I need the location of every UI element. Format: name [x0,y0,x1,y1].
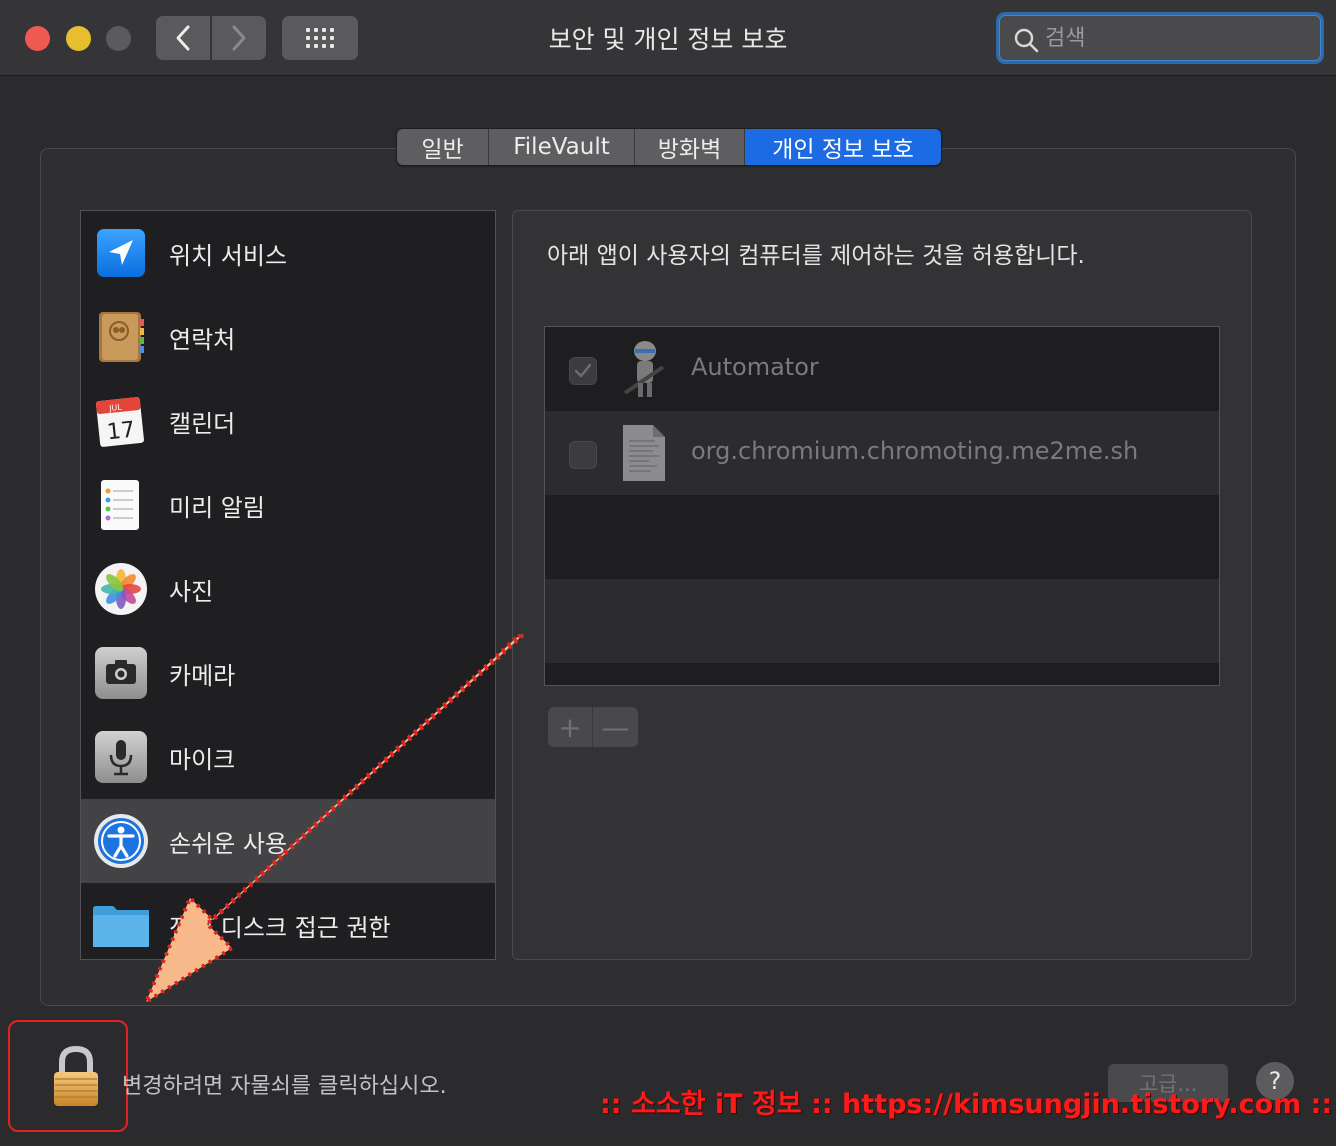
padlock-icon[interactable] [50,1044,102,1110]
svg-text:JUL: JUL [108,403,123,413]
tab-bar: 일반 FileVault 방화벽 개인 정보 보호 [396,128,942,166]
sidebar-item-label: 손쉬운 사용 [169,829,288,858]
sidebar-item-label: 캘린더 [169,409,236,438]
sidebar-item-label: 위치 서비스 [169,241,288,270]
automator-checkbox[interactable] [569,357,597,385]
pane-description: 아래 앱이 사용자의 컴퓨터를 제어하는 것을 허용합니다. [547,243,1085,269]
back-button[interactable] [156,16,210,60]
chromoting-checkbox[interactable] [569,441,597,469]
chevron-right-icon [232,25,246,51]
add-app-button[interactable]: + [548,707,593,747]
list-item[interactable]: Automator [545,327,1219,411]
sidebar-item-label: 마이크 [169,745,236,774]
remove-app-button[interactable]: — [593,707,638,747]
tab-privacy[interactable]: 개인 정보 보호 [745,129,941,165]
camera-icon [95,647,147,699]
forward-button[interactable] [212,16,266,60]
tab-firewall[interactable]: 방화벽 [635,129,745,165]
app-list: Automator org.chromium.chromoting.me2me.… [544,326,1220,686]
svg-text:17: 17 [106,418,136,446]
privacy-category-list: 위치 서비스 연락처 JUL 17 캘린더 미리 알림 사진 카메라 마이크 손… [80,210,496,960]
sidebar-item-label: 사진 [169,577,214,606]
tab-general[interactable]: 일반 [397,129,489,165]
search-icon [1014,28,1039,53]
sidebar-item-label: 미리 알림 [169,493,265,522]
checkmark-icon [574,363,592,378]
app-name: Automator [691,353,819,381]
sidebar-item-camera[interactable]: 카메라 [81,631,495,715]
folder-icon [93,906,149,947]
sidebar-item-label: 전체 디스크 접근 권한 [169,913,391,942]
lock-instruction-text: 변경하려면 자물쇠를 클릭하십시오. [122,1074,447,1099]
search-field[interactable] [996,12,1324,64]
sidebar-item-location-services[interactable]: 위치 서비스 [81,211,495,295]
zoom-window-button[interactable] [106,26,131,51]
automator-robot-icon [623,341,665,397]
watermark-text: :: 소소한 iT 정보 :: https://kimsungjin.tisto… [600,1089,1333,1120]
chevron-left-icon [176,25,190,51]
document-icon [623,425,665,481]
list-item[interactable]: org.chromium.chromoting.me2me.sh [545,411,1219,495]
tab-filevault[interactable]: FileVault [489,129,635,165]
sidebar-item-label: 연락처 [169,325,236,354]
show-all-button[interactable] [282,16,358,60]
accessibility-icon [94,814,148,868]
sidebar-item-microphone[interactable]: 마이크 [81,715,495,799]
sidebar-item-calendar[interactable]: JUL 17 캘린더 [81,379,495,463]
window-title: 보안 및 개인 정보 보호 [548,25,788,54]
sidebar-item-accessibility[interactable]: 손쉬운 사용 [81,799,495,883]
app-name: org.chromium.chromoting.me2me.sh [691,437,1139,465]
title-bar: 보안 및 개인 정보 보호 [0,0,1336,76]
sidebar-item-contacts[interactable]: 연락처 [81,295,495,379]
location-arrow-icon [97,229,145,277]
sidebar-item-photos[interactable]: 사진 [81,547,495,631]
search-input[interactable] [1045,19,1315,57]
sidebar-item-label: 카메라 [169,661,236,690]
contacts-book-icon [99,312,144,362]
reminders-icon [101,480,139,530]
empty-row [545,495,1219,579]
photos-icon [95,563,147,615]
close-window-button[interactable] [25,26,50,51]
empty-row [545,579,1219,663]
sidebar-item-full-disk-access[interactable]: 전체 디스크 접근 권한 [81,883,495,959]
grid-icon [306,28,334,48]
lock-highlight-box [8,1020,128,1132]
sidebar-item-reminders[interactable]: 미리 알림 [81,463,495,547]
minimize-window-button[interactable] [66,26,91,51]
calendar-icon: JUL 17 [96,397,144,447]
add-remove-buttons: + — [548,707,638,747]
microphone-icon [95,731,147,783]
